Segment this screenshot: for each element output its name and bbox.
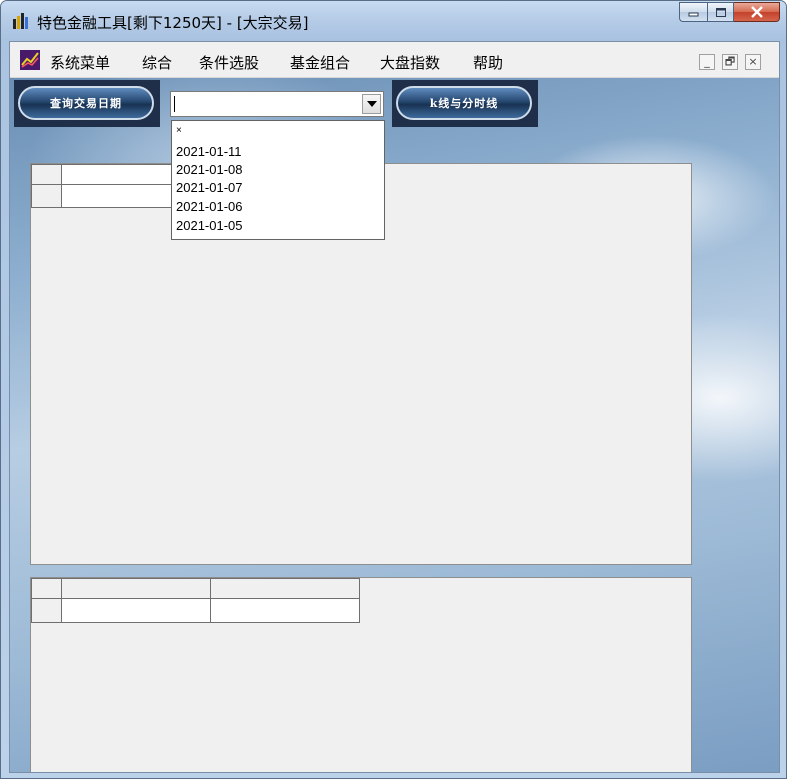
lower-grid [30, 577, 692, 772]
mdi-restore-button[interactable]: 🗗 [722, 54, 738, 70]
grid-row-header[interactable] [31, 598, 62, 623]
trade-date-combobox[interactable] [170, 91, 384, 117]
mdi-close-button[interactable]: × [745, 54, 761, 70]
app-chart-icon[interactable] [11, 11, 31, 31]
grid-data-cell[interactable] [61, 598, 211, 623]
window-title: 特色金融工具[剩下1250天] - [大宗交易] [37, 14, 309, 32]
kline-label: k线与分时线 [396, 86, 532, 120]
app-logo-icon[interactable] [20, 50, 40, 70]
query-trade-date-button[interactable]: 查询交易日期 [14, 80, 160, 127]
grid-data-cell[interactable] [61, 184, 173, 208]
title-bar[interactable]: 特色金融工具[剩下1250天] - [大宗交易] [1, 1, 786, 41]
mdi-minimize-button[interactable]: _ [699, 54, 715, 70]
app-window: 特色金融工具[剩下1250天] - [大宗交易] 系统菜单 综合 条件选股 基金… [0, 0, 787, 779]
dropdown-arrow-icon[interactable] [362, 94, 381, 114]
text-caret [174, 96, 175, 112]
desktop-background: 查询交易日期 k线与分时线 [10, 78, 779, 772]
menu-system[interactable]: 系统菜单 [50, 52, 110, 73]
trade-date-dropdown-list: × 2021-01-11 2021-01-08 2021-01-07 2021-… [171, 120, 385, 240]
dropdown-option[interactable]: 2021-01-05 [176, 217, 243, 234]
menu-stock-filter[interactable]: 条件选股 [199, 52, 259, 73]
grid-header-cell[interactable] [61, 164, 173, 185]
menu-fund-portfolio[interactable]: 基金组合 [290, 52, 350, 73]
kline-button[interactable]: k线与分时线 [392, 80, 538, 127]
maximize-icon [715, 7, 726, 17]
minimize-button[interactable] [679, 2, 707, 22]
dropdown-option[interactable]: × [176, 122, 182, 139]
menu-comprehensive[interactable]: 综合 [142, 52, 172, 73]
menu-market-index[interactable]: 大盘指数 [380, 52, 440, 73]
client-area: 系统菜单 综合 条件选股 基金组合 大盘指数 帮助 _ 🗗 × 查询交易日期 k… [9, 41, 780, 773]
minimize-icon [688, 12, 698, 17]
grid-corner-cell[interactable] [31, 578, 62, 599]
dropdown-option[interactable]: 2021-01-07 [176, 179, 243, 196]
grid-header-cell[interactable] [61, 578, 211, 599]
menu-help[interactable]: 帮助 [473, 52, 503, 73]
query-trade-date-label: 查询交易日期 [18, 86, 154, 120]
dropdown-option[interactable]: 2021-01-06 [176, 198, 243, 215]
caption-buttons [679, 2, 780, 24]
maximize-button[interactable] [707, 2, 734, 22]
grid-row-header[interactable] [31, 184, 62, 208]
grid-data-cell[interactable] [210, 598, 360, 623]
menu-bar: 系统菜单 综合 条件选股 基金组合 大盘指数 帮助 _ 🗗 × [10, 42, 779, 78]
grid-corner-cell[interactable] [31, 164, 62, 185]
dropdown-option[interactable]: 2021-01-11 [176, 143, 242, 160]
dropdown-option[interactable]: 2021-01-08 [176, 161, 243, 178]
close-icon [750, 6, 763, 18]
close-button[interactable] [734, 2, 780, 22]
grid-header-cell[interactable] [210, 578, 360, 599]
